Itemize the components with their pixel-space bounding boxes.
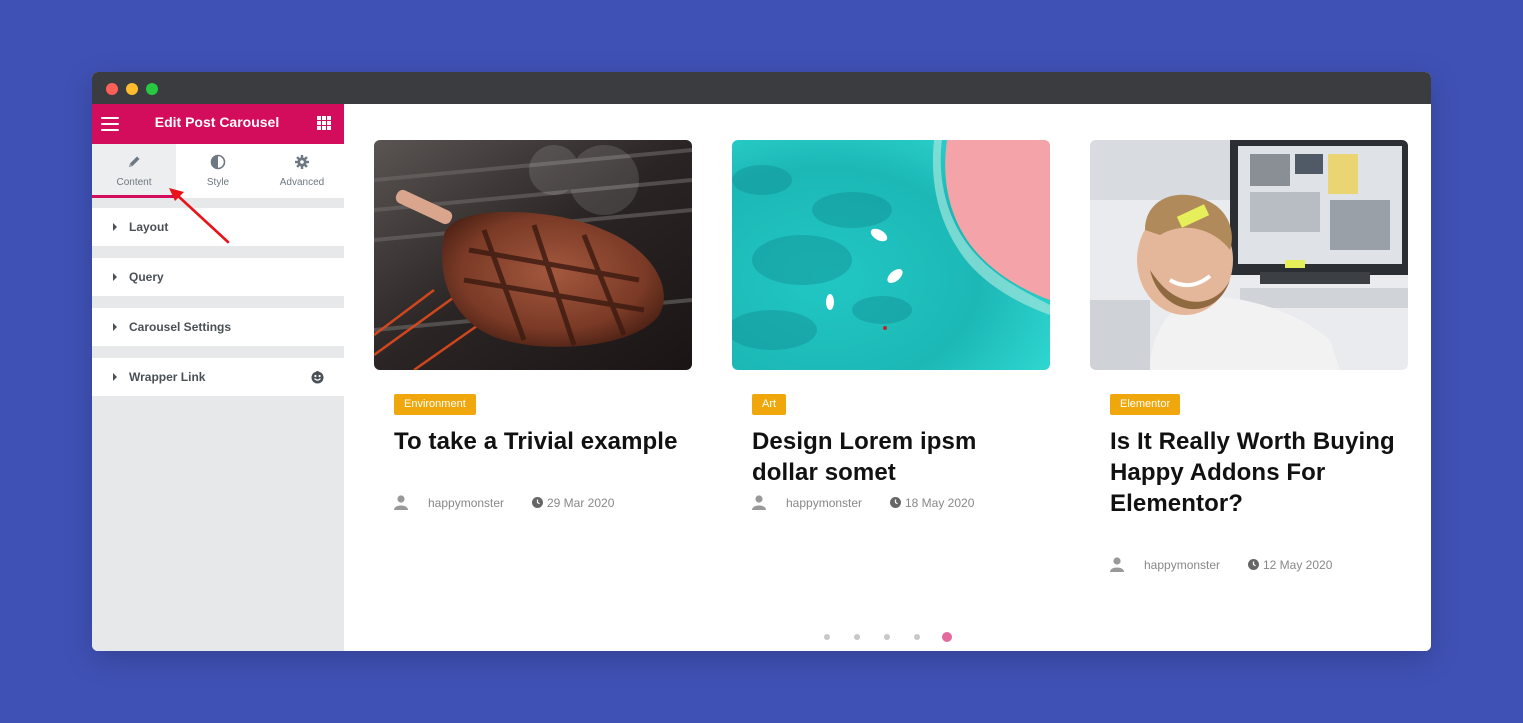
carousel-pagination [824, 632, 1024, 644]
browser-window: Edit Post Carousel Content Style Advance… [92, 72, 1431, 651]
section-query[interactable]: Query [92, 258, 344, 296]
contrast-icon [210, 154, 226, 170]
clock-icon [1248, 559, 1259, 570]
clock-icon [890, 497, 901, 508]
close-window-button[interactable] [106, 83, 118, 95]
user-icon [394, 495, 408, 510]
tab-content[interactable]: Content [92, 144, 176, 198]
post-author[interactable]: happymonster [786, 494, 862, 512]
caret-right-icon [113, 323, 117, 331]
post-thumbnail-turquoise-sea[interactable] [732, 140, 1050, 370]
pagination-dot-active[interactable] [942, 632, 952, 642]
widgets-grid-icon[interactable] [317, 116, 331, 130]
post-date: 18 May 2020 [905, 496, 975, 510]
post-title[interactable]: Is It Really Worth Buying Happy Addons F… [1110, 426, 1400, 519]
panel-tabs: Content Style Advanced [92, 144, 344, 198]
tab-style-label: Style [206, 177, 230, 188]
post-thumbnail-smiling-man[interactable] [1090, 140, 1408, 370]
caret-right-icon [113, 223, 117, 231]
user-icon [1110, 557, 1124, 572]
category-badge[interactable]: Elementor [1110, 394, 1181, 415]
maximize-window-button[interactable] [146, 83, 158, 95]
post-author[interactable]: happymonster [428, 494, 504, 512]
pagination-dot[interactable] [854, 634, 860, 640]
active-tab-indicator [92, 195, 176, 198]
pagination-dot[interactable] [824, 634, 830, 640]
minimize-window-button[interactable] [126, 83, 138, 95]
post-title[interactable]: Design Lorem ipsm dollar somet [752, 426, 1042, 488]
section-layout[interactable]: Layout [92, 208, 344, 246]
tab-style[interactable]: Style [176, 144, 260, 198]
post-date: 29 Mar 2020 [547, 496, 615, 510]
post-thumbnail-grilled-steak[interactable] [374, 140, 692, 370]
tab-advanced-label: Advanced [279, 177, 325, 188]
section-carousel-settings-label: Carousel Settings [129, 320, 232, 334]
tab-advanced[interactable]: Advanced [260, 144, 344, 198]
window-titlebar [92, 72, 1431, 104]
section-carousel-settings[interactable]: Carousel Settings [92, 308, 344, 346]
pagination-dot[interactable] [914, 634, 920, 640]
section-wrapper-link[interactable]: Wrapper Link [92, 358, 344, 396]
editor-panel: Edit Post Carousel Content Style Advance… [92, 104, 344, 651]
post-date: 12 May 2020 [1263, 558, 1333, 572]
caret-right-icon [113, 373, 117, 381]
section-wrapper-link-label: Wrapper Link [129, 370, 206, 384]
panel-header: Edit Post Carousel [92, 104, 344, 144]
category-badge[interactable]: Art [752, 394, 787, 415]
tab-content-label: Content [116, 177, 152, 188]
clock-icon [532, 497, 543, 508]
post-author[interactable]: happymonster [1144, 556, 1220, 574]
post-title[interactable]: To take a Trivial example [394, 426, 684, 457]
panel-title: Edit Post Carousel [154, 114, 280, 130]
gear-icon [295, 155, 309, 169]
category-badge[interactable]: Environment [394, 394, 476, 415]
section-query-label: Query [129, 270, 164, 284]
section-layout-label: Layout [129, 220, 169, 234]
user-icon [752, 495, 766, 510]
pencil-icon [129, 156, 140, 167]
menu-icon[interactable] [101, 117, 119, 131]
caret-right-icon [113, 273, 117, 281]
happy-addons-icon [311, 371, 324, 384]
pagination-dot[interactable] [884, 634, 890, 640]
post-carousel: Environment To take a Trivial example ha… [344, 104, 1431, 651]
